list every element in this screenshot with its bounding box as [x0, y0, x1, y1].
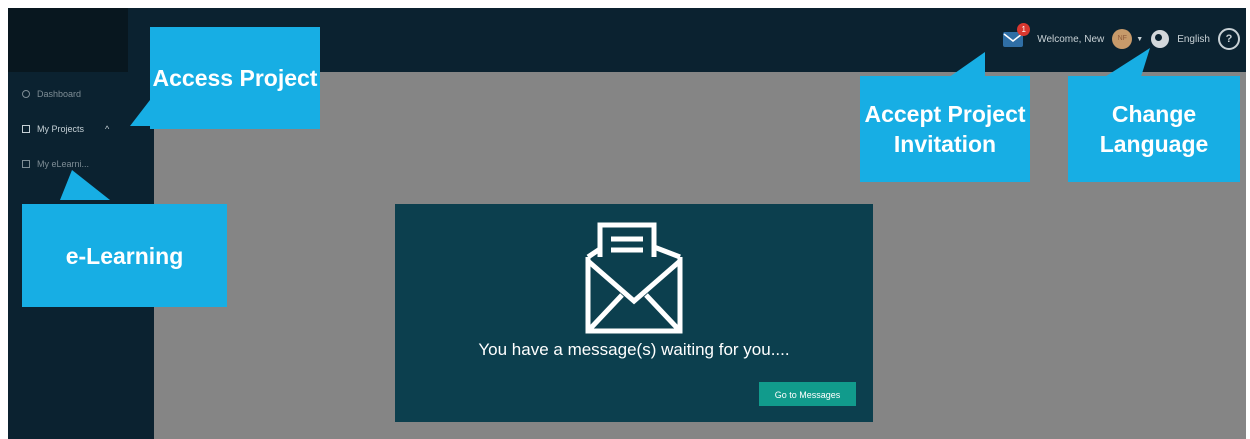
callout-change-language: Change Language	[1068, 76, 1240, 182]
callout-pointer	[60, 170, 110, 200]
callout-elearning: e-Learning	[22, 204, 227, 307]
callout-access-project: Access Project	[150, 27, 320, 129]
callout-accept-invitation: Accept Project Invitation	[860, 76, 1030, 182]
